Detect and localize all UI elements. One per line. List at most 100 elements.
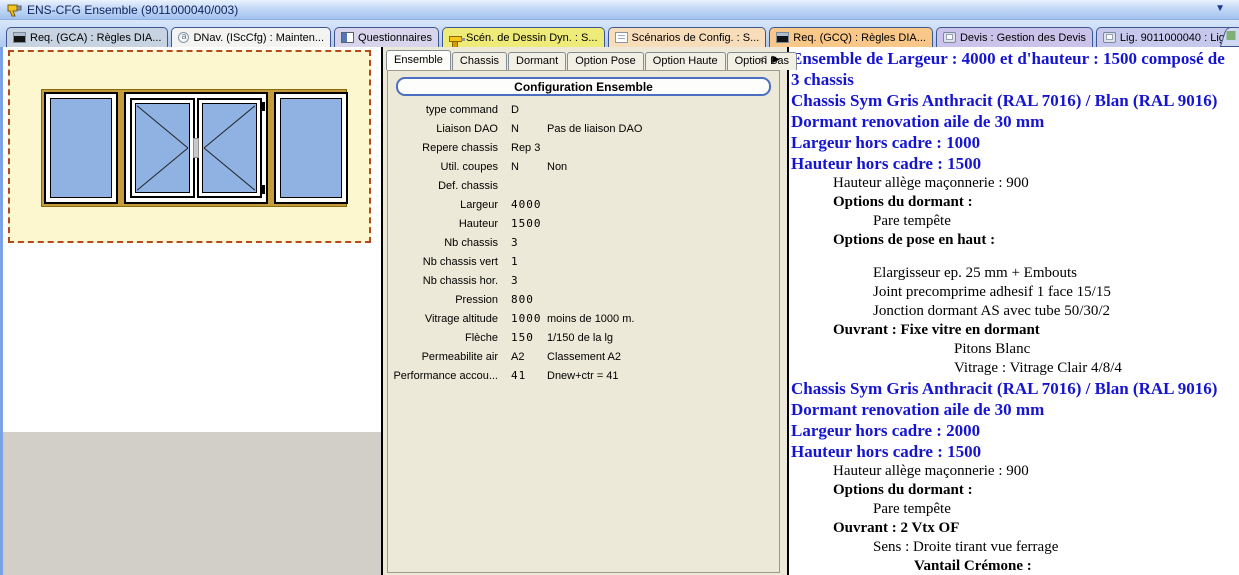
config-row-value[interactable]: N [511,123,545,135]
sash-right[interactable] [197,98,262,198]
tab-label: Req. (GCA) : Règles DIA... [30,32,161,44]
tab-label: Req. (GCQ) : Règles DIA... [793,32,926,44]
config-row-value[interactable]: 1000 [511,312,545,325]
configuration-tab[interactable]: Option Pose [567,52,644,70]
description-panel[interactable]: Ensemble de Largeur : 4000 et d'hauteur … [787,47,1239,575]
config-row-label: Pression [388,294,498,306]
config-row: Flèche 150 1/150 de la lg [388,328,779,347]
tab-label: Scénarios de Config. : S... [632,32,760,44]
config-row-description: Classement A2 [547,351,621,363]
config-row: Performance accou... 41 Dnew+ctr = 41 [388,366,779,385]
opening-direction-lines [203,104,256,192]
tab-label: Devis : Gestion des Devis [960,32,1086,44]
config-row-value[interactable]: 800 [511,293,545,306]
configuration-tab[interactable]: Chassis [452,52,507,70]
config-row-value[interactable]: 3 [511,274,545,287]
scroll-left-arrow-icon[interactable]: ◁ [759,54,767,65]
sash-left[interactable] [130,98,195,198]
description-line: Hauteur allège maçonnerie : 900 [791,174,1237,193]
drawing-panel[interactable] [0,47,383,575]
description-line: Pitons Blanc [791,340,1237,359]
config-row-label: Permeabilite air [388,351,498,363]
document-tab[interactable]: Req. (GCQ) : Règles DIA... [769,27,933,47]
description-line: Elargisseur ep. 25 mm + Embouts [791,264,1237,283]
config-row-value[interactable]: 1500 [511,217,545,230]
selection-region[interactable] [8,50,371,243]
tab-scroll-controls: ◁ ▶ [759,54,780,65]
config-row: Repere chassis Rep 3 [388,138,779,157]
scroll-right-arrow-icon[interactable]: ▶ [772,54,780,65]
configuration-groupbox: Configuration Ensemble type command D Li… [387,70,780,573]
description-line: Ouvrant : Fixe vitre en dormant [791,321,1237,340]
config-row-label: Flèche [388,332,498,344]
config-row: type command D [388,100,779,119]
description-line: Ensemble de Largeur : 4000 et d'hauteur … [791,48,1237,90]
window-titlebar: ENS-CFG Ensemble (9011000040/003) ▼ [0,0,1239,20]
chassis-fixed-right[interactable] [274,92,348,204]
config-row-label: Util. coupes [388,161,498,173]
hinge-mark-top [262,102,265,111]
config-row-value[interactable]: 1 [511,255,545,268]
description-line: Largeur hors cadre : 2000 [791,420,1237,441]
document-tab[interactable]: Req. (GCA) : Règles DIA... [6,27,168,47]
config-row: Hauteur 1500 [388,214,779,233]
document-tab[interactable]: DNav. (IScCfg) : Mainten... [171,27,331,47]
description-line: Pare tempête [791,212,1237,231]
config-row: Largeur 4000 [388,195,779,214]
config-row-description: Pas de liaison DAO [547,123,642,135]
chassis-casement-center[interactable] [124,92,268,204]
tab-overflow-arrow[interactable]: ▼ [1215,3,1225,14]
configuration-tabs: ◁ ▶ Ensemble Chassis Dormant Option Pose… [383,50,786,70]
config-row-value[interactable]: Rep 3 [511,142,545,154]
config-row-label: Nb chassis vert [388,256,498,268]
config-row-value[interactable]: 3 [511,236,545,249]
config-row: Liaison DAO N Pas de liaison DAO [388,119,779,138]
document-tab[interactable]: Scén. de Dessin Dyn. : S... [442,27,604,47]
config-row-value[interactable]: A2 [511,351,545,363]
description-line: Jonction dormant AS avec tube 50/30/2 [791,302,1237,321]
config-row-value[interactable]: 4000 [511,198,545,211]
configuration-panel: ◁ ▶ Ensemble Chassis Dormant Option Pose… [383,47,786,575]
tab-label: Scén. de Dessin Dyn. : S... [466,32,597,44]
description-line: Joint precomprime adhesif 1 face 15/15 [791,283,1237,302]
tab-icon [449,36,462,42]
document-tab[interactable]: Lig. 9011000040 : Ligne... [1096,27,1239,47]
config-row-value[interactable]: N [511,161,545,173]
config-row-value[interactable]: D [511,104,545,116]
opening-direction-lines [136,104,189,192]
chassis-fixed-left[interactable] [44,92,118,204]
configuration-tab[interactable]: Ensemble [386,50,451,70]
window-title: ENS-CFG Ensemble (9011000040/003) [27,3,238,17]
document-tab[interactable]: Devis : Gestion des Devis [936,27,1093,47]
description-line: Sens : Droite tirant vue ferrage [791,538,1237,557]
config-row-description: 1/150 de la lg [547,332,613,344]
glass-pane [280,98,342,198]
description-line [791,250,1237,264]
document-tab[interactable]: Questionnaires [334,27,439,47]
description-line: Largeur hors cadre : 1000 [791,132,1237,153]
config-row-description: Dnew+ctr = 41 [547,370,619,382]
ensemble-drawing[interactable] [41,89,347,207]
configuration-tab[interactable]: Dormant [508,52,566,70]
config-row: Vitrage altitude 1000 moins de 1000 m. [388,309,779,328]
tab-icon [1103,32,1116,43]
config-row-value[interactable]: 150 [511,331,545,344]
tab-icon [615,32,628,43]
document-tab[interactable]: Scénarios de Config. : S... [608,27,767,47]
tab-label: DNav. (IScCfg) : Mainten... [193,32,324,44]
main-content: ◁ ▶ Ensemble Chassis Dormant Option Pose… [0,47,1239,575]
tab-icon [341,32,354,43]
config-row-label: Liaison DAO [388,123,498,135]
configuration-header-button[interactable]: Configuration Ensemble [396,77,771,96]
config-row-label: type command [388,104,498,116]
description-line: Options du dormant : [791,193,1237,212]
description-line: Hauteur hors cadre : 1500 [791,441,1237,462]
config-row-description: moins de 1000 m. [547,313,634,325]
config-row-description: Non [547,161,567,173]
document-tabbar: Req. (GCA) : Règles DIA... DNav. (IScCfg… [0,20,1239,47]
drawing-panel-background [3,432,381,575]
tab-icon [178,32,189,43]
configuration-tab[interactable]: Option Haute [645,52,726,70]
description-line: Chassis Sym Gris Anthracit (RAL 7016) / … [791,90,1237,132]
config-row-value[interactable]: 41 [511,369,545,382]
